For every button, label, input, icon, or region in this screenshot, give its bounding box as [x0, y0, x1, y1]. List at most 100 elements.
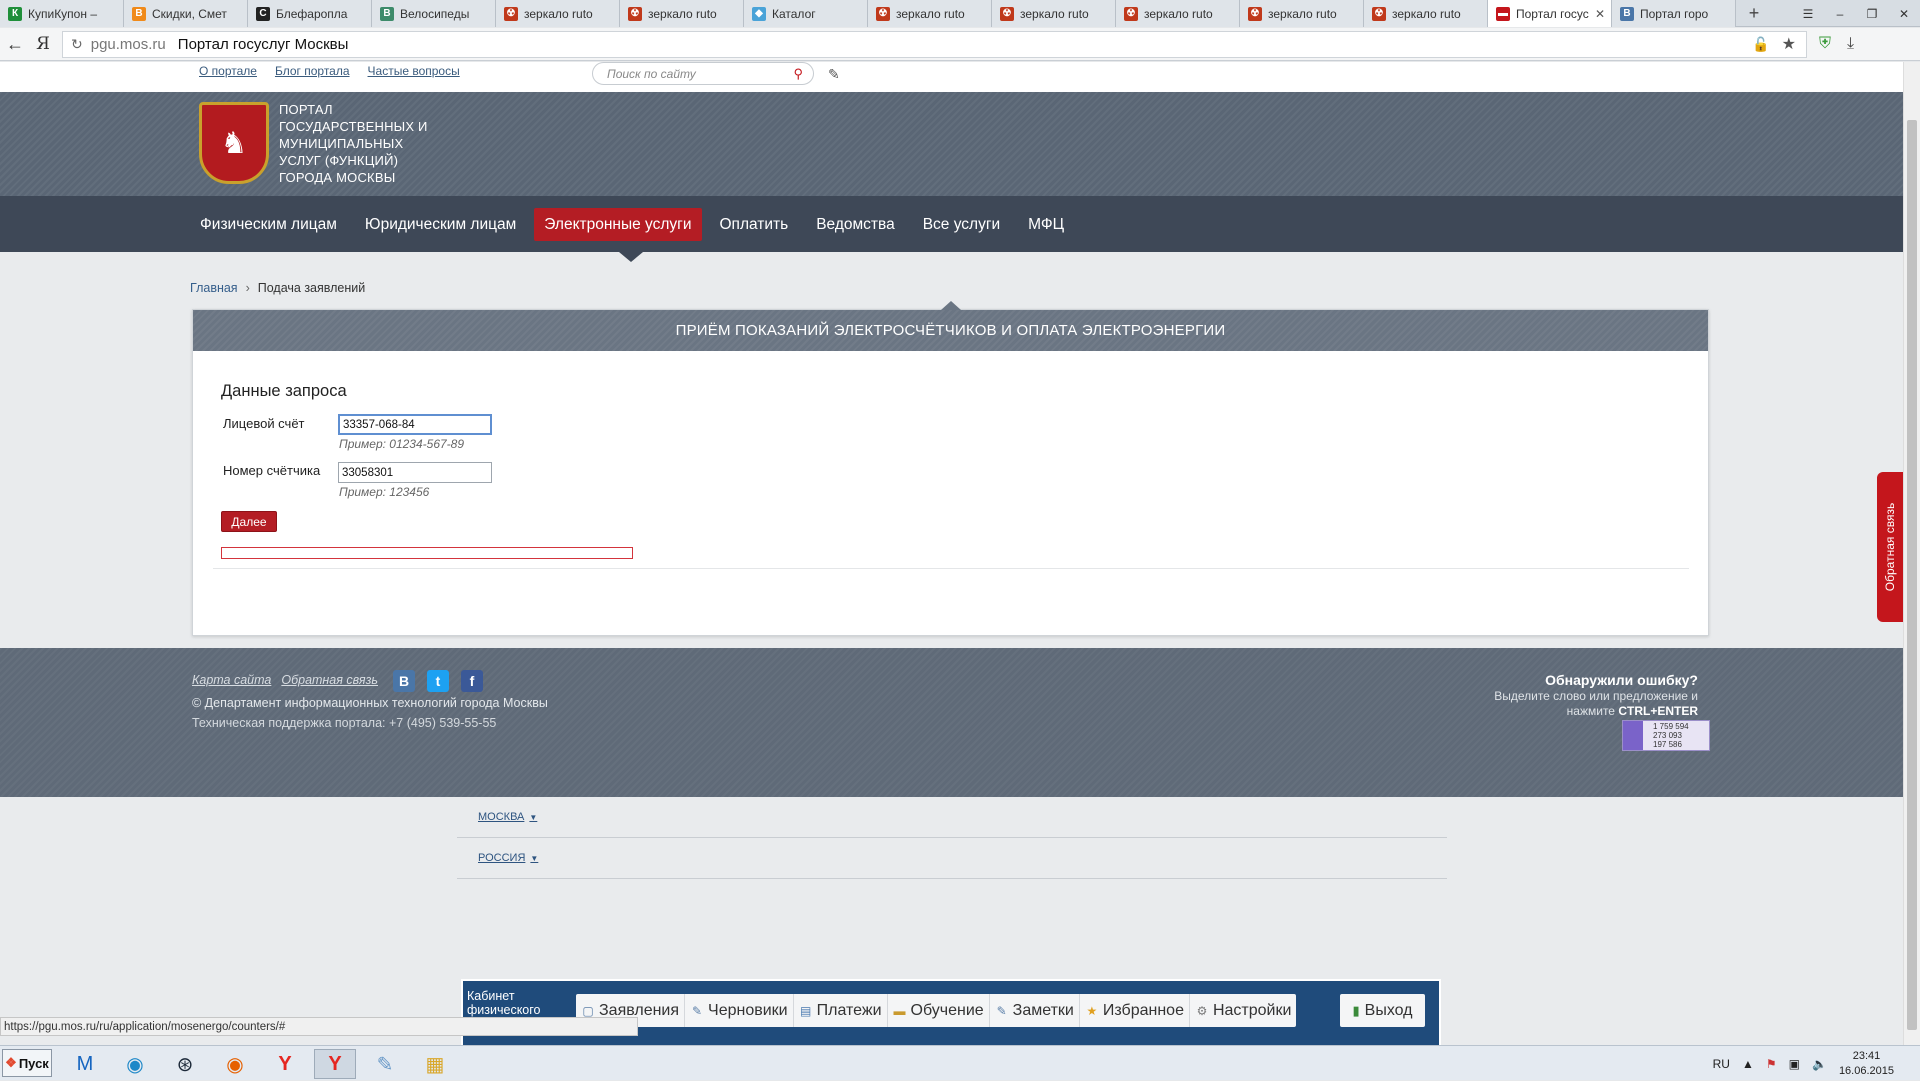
cabinet-item-label: Заметки	[1012, 1001, 1074, 1019]
cabinet-item-label: Платежи	[816, 1001, 882, 1019]
restore-icon[interactable]: ❐	[1856, 0, 1888, 27]
region-russia[interactable]: РОССИЯ ▼	[457, 838, 1447, 879]
browser-tab[interactable]: ☢ зеркало ruto	[868, 0, 992, 27]
browser-tab[interactable]: С Блефаропла	[248, 0, 372, 27]
browser-tab[interactable]: ☢ зеркало ruto	[496, 0, 620, 27]
edit-note-icon[interactable]: ✎	[828, 66, 840, 83]
start-button[interactable]: ❖ Пуск	[2, 1049, 52, 1077]
tab-favicon-icon: ☢	[1248, 6, 1262, 21]
new-tab-button[interactable]: +	[1736, 0, 1772, 26]
firefox-app-icon[interactable]: ◉	[214, 1049, 256, 1079]
tab-close-icon[interactable]: ✕	[1595, 7, 1605, 21]
language-indicator[interactable]: RU	[1713, 1057, 1730, 1071]
browser-tab[interactable]: В Велосипеды	[372, 0, 496, 27]
browser-tab[interactable]: В Портал горо	[1612, 0, 1736, 27]
protect-shield-icon[interactable]: ⛨	[1819, 35, 1831, 53]
nav-all-services[interactable]: Все услуги	[913, 208, 1010, 241]
top-links-bar: О портале Блог портала Частые вопросы По…	[0, 62, 1903, 92]
back-arrow-icon[interactable]: ←	[0, 29, 30, 59]
search-placeholder: Поиск по сайту	[607, 66, 696, 81]
meter-number-field[interactable]: 33058301	[338, 462, 492, 483]
action-center-icon[interactable]: ⚑	[1766, 1057, 1777, 1071]
link-faq[interactable]: Частые вопросы	[368, 64, 460, 78]
footer-sitemap-link[interactable]: Карта сайта	[192, 673, 271, 687]
windows-taskbar: ❖ Пуск M ◉ ⊛ ◉ Y Y ✎ ▦ RU ▲ ⚑ ▣ 🔈 23:41 1…	[0, 1045, 1920, 1080]
paint-app-icon[interactable]: ✎	[364, 1049, 406, 1079]
cabinet-payments[interactable]: ▤ Платежи	[794, 994, 888, 1027]
visit-counter[interactable]: 1 759 594 273 093 197 586	[1622, 720, 1710, 751]
browser-tab[interactable]: ☢ зеркало ruto	[1240, 0, 1364, 27]
minimize-icon[interactable]: –	[1824, 0, 1856, 27]
service-panel: Приём показаний электросчётчиков и оплат…	[192, 301, 1709, 636]
breadcrumb-current: Подача заявлений	[257, 281, 366, 295]
cabinet-favorites[interactable]: ★ Избранное	[1080, 994, 1190, 1027]
facebook-icon[interactable]: f	[461, 670, 483, 692]
nav-e-services[interactable]: Электронные услуги	[534, 208, 702, 241]
tab-favicon-icon: ☢	[504, 6, 518, 21]
nav-departments[interactable]: Ведомства	[806, 208, 904, 241]
bookmark-star-icon[interactable]: ★	[1782, 34, 1796, 54]
page-scrollbar[interactable]	[1903, 62, 1920, 1045]
browser-tab[interactable]: ☢ зеркало ruto	[992, 0, 1116, 27]
browser-tab[interactable]: ☢ зеркало ruto	[620, 0, 744, 27]
yandex-browser-active-app-icon[interactable]: Y	[314, 1049, 356, 1079]
volume-icon[interactable]: 🔈	[1812, 1057, 1827, 1071]
cabinet-learning[interactable]: ▬ Обучение	[888, 994, 990, 1027]
system-tray: RU ▲ ⚑ ▣ 🔈 23:41 16.06.2015	[1713, 1046, 1920, 1081]
reload-icon[interactable]: ↻	[71, 36, 83, 53]
window-controls: ☰ – ❐ ✕	[1792, 0, 1920, 26]
nav-active-pointer	[619, 252, 643, 262]
lock-icon[interactable]: 🔓	[1752, 36, 1769, 53]
portal-title[interactable]: Портал государственных и муниципальных у…	[279, 101, 449, 186]
malwarebytes-app-icon[interactable]: M	[64, 1049, 106, 1079]
account-number-field[interactable]: 33357-068-84	[338, 414, 492, 435]
browser-tab-active[interactable]: ▬ Портал госус ✕	[1488, 0, 1612, 27]
cabinet-exit-button[interactable]: ▮ Выход	[1340, 994, 1425, 1027]
next-button[interactable]: Далее	[221, 511, 277, 532]
cabinet-drafts[interactable]: ✎ Черновики	[685, 994, 794, 1027]
region-moscow-label: МОСКВА	[478, 811, 525, 823]
breadcrumb-home[interactable]: Главная	[190, 281, 238, 295]
network-icon[interactable]: ▣	[1789, 1057, 1800, 1071]
start-label: Пуск	[18, 1055, 49, 1071]
cabinet-label[interactable]: Кабинет физического	[467, 989, 562, 1017]
nav-legal-entities[interactable]: Юридическим лицам	[355, 208, 526, 241]
browser-tab[interactable]: ◆ Каталог	[744, 0, 868, 27]
nav-individuals[interactable]: Физическим лицам	[190, 208, 347, 241]
clock-time: 23:41	[1852, 1049, 1881, 1062]
clock[interactable]: 23:41 16.06.2015	[1839, 1049, 1894, 1079]
scrollbar-thumb[interactable]	[1907, 120, 1917, 1030]
tray-arrow-icon[interactable]: ▲	[1742, 1057, 1754, 1071]
meter-hint: Пример: 123456	[339, 485, 430, 499]
moscow-coat-of-arms-logo[interactable]: ♞	[199, 102, 269, 184]
browser-app-icon[interactable]: ◉	[114, 1049, 156, 1079]
close-icon[interactable]: ✕	[1888, 0, 1920, 27]
site-search-input[interactable]: Поиск по сайту ⚲	[592, 62, 814, 85]
browser-tab[interactable]: В Скидки, Смет	[124, 0, 248, 27]
yandex-logo-icon[interactable]: Я	[30, 34, 56, 54]
nav-pay[interactable]: Оплатить	[710, 208, 799, 241]
region-moscow[interactable]: МОСКВА ▼	[457, 797, 1447, 838]
link-about-portal[interactable]: О портале	[199, 64, 257, 78]
link-portal-blog[interactable]: Блог портала	[275, 64, 350, 78]
explorer-folder-icon[interactable]: ▦	[414, 1049, 456, 1079]
menu-icon[interactable]: ☰	[1792, 0, 1824, 27]
yandex-browser-app-icon[interactable]: Y	[264, 1049, 306, 1079]
cabinet-notes[interactable]: ✎ Заметки	[990, 994, 1080, 1027]
browser-tab[interactable]: К КупиКупон –	[0, 0, 124, 27]
footer-feedback-link[interactable]: Обратная связь	[281, 673, 378, 687]
region-selector: МОСКВА ▼ РОССИЯ ▼	[457, 797, 1447, 879]
search-icon[interactable]: ⚲	[793, 66, 803, 82]
vk-icon[interactable]: В	[393, 670, 415, 692]
nav-mfc[interactable]: МФЦ	[1018, 208, 1074, 241]
steam-app-icon[interactable]: ⊛	[164, 1049, 206, 1079]
twitter-icon[interactable]: t	[427, 670, 449, 692]
cabinet-settings[interactable]: ⚙ Настройки	[1190, 994, 1296, 1027]
breadcrumb: Главная › Подача заявлений	[190, 281, 365, 295]
url-field[interactable]: ↻ pgu.mos.ru Портал госуслуг Москвы 🔓 ★	[62, 30, 1807, 58]
download-icon[interactable]: ⤓	[1847, 35, 1854, 53]
feedback-side-tab[interactable]: Обратная связь	[1877, 472, 1903, 622]
browser-tab[interactable]: ☢ зеркало ruto	[1116, 0, 1240, 27]
browser-tab[interactable]: ☢ зеркало ruto	[1364, 0, 1488, 27]
cabinet-item-label: Обучение	[910, 1001, 984, 1019]
